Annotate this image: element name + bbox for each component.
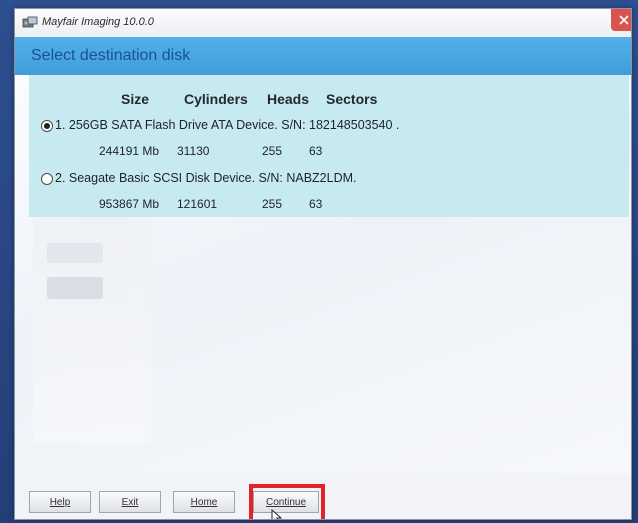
- mouse-cursor-icon: [271, 509, 283, 519]
- disk-1-label[interactable]: 1. 256GB SATA Flash Drive ATA Device. S/…: [55, 118, 399, 132]
- close-icon: [619, 15, 629, 25]
- disk-1-heads: 255: [262, 144, 283, 158]
- disk-2-cylinders: 121601: [177, 197, 218, 211]
- exit-button[interactable]: Exit: [99, 491, 161, 513]
- drive-bay-graphic: [47, 243, 103, 263]
- home-button-label: Home: [190, 497, 218, 508]
- column-header-sectors: Sectors: [326, 91, 378, 107]
- app-window: Mayfair Imaging 10.0.0 Select destinatio…: [14, 8, 632, 520]
- column-header-size: Size: [121, 91, 150, 107]
- window-title: Mayfair Imaging 10.0.0: [42, 16, 154, 28]
- home-button[interactable]: Home: [173, 491, 235, 513]
- disk-2-radio[interactable]: [41, 173, 53, 185]
- close-button[interactable]: [611, 9, 631, 31]
- disk-1-size: 244191 Mb: [99, 144, 160, 158]
- header-banner: Select destination disk: [15, 37, 631, 75]
- disk-1-radio[interactable]: [41, 120, 53, 132]
- drive-bay-graphic: [47, 277, 103, 299]
- disk-2-heads: 255: [262, 197, 283, 211]
- column-header-cylinders: Cylinders: [184, 91, 248, 107]
- disk-2-size: 953867 Mb: [99, 197, 160, 211]
- continue-highlight-annotation: [249, 484, 325, 519]
- exit-button-label: Exit: [121, 497, 139, 508]
- app-logo-icon: [22, 16, 38, 28]
- background-computer-graphic: [33, 203, 151, 443]
- page-title: Select destination disk: [31, 47, 191, 64]
- title-bar[interactable]: Mayfair Imaging 10.0.0: [15, 9, 631, 38]
- help-button[interactable]: Help: [29, 491, 91, 513]
- column-header-heads: Heads: [267, 91, 310, 107]
- disk-list-panel: Size Cylinders Heads Sectors 1. 256GB SA…: [29, 75, 629, 217]
- disk-2-label[interactable]: 2. Seagate Basic SCSI Disk Device. S/N: …: [55, 171, 357, 185]
- disk-2-sectors: 63: [309, 197, 323, 211]
- disk-1-sectors: 63: [309, 144, 323, 158]
- disk-1-cylinders: 31130: [177, 144, 210, 158]
- help-button-label: Help: [49, 497, 71, 508]
